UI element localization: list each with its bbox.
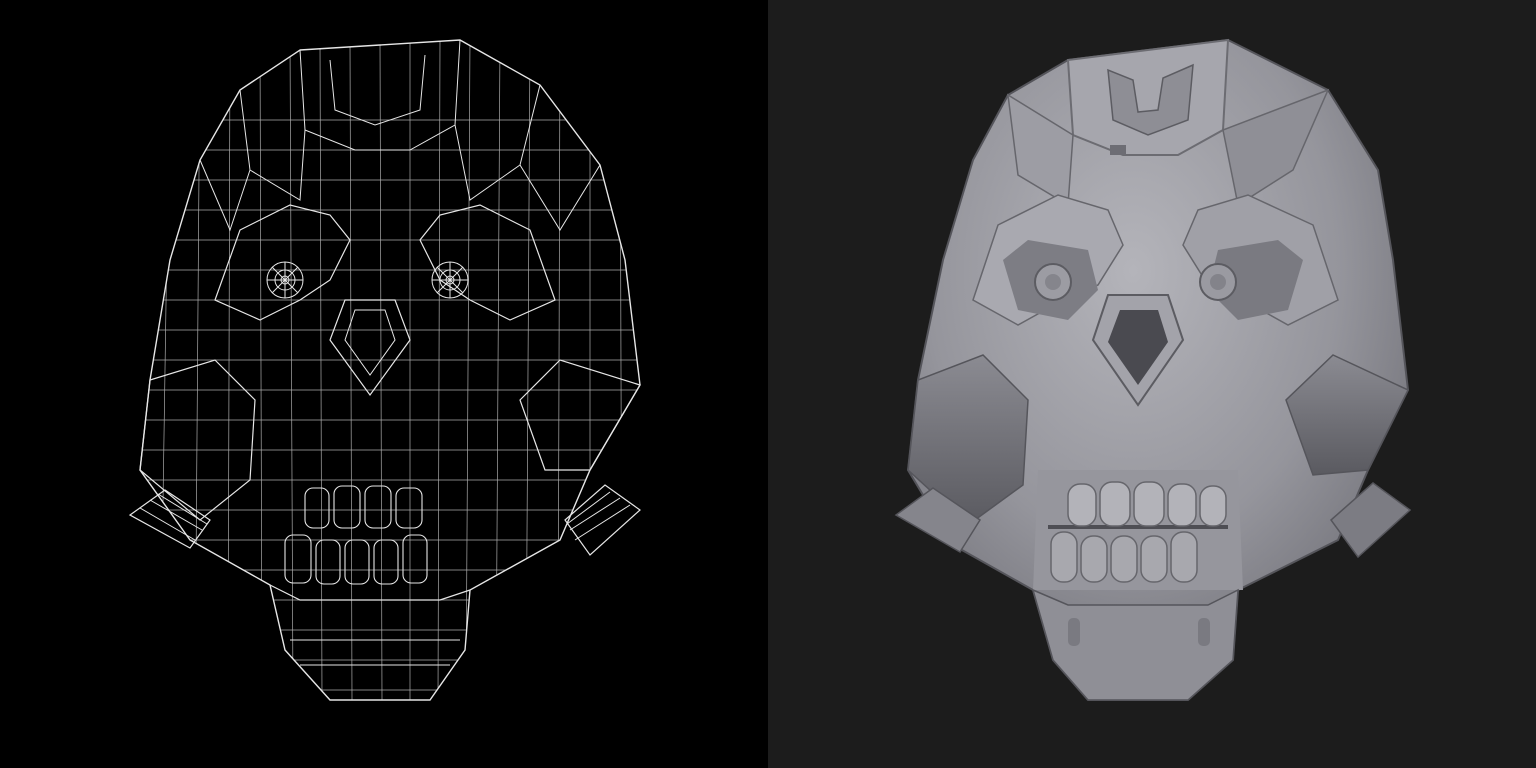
mesh-outline	[139, 39, 641, 701]
right-eye-mesh	[431, 261, 469, 299]
lower-teeth-mesh	[284, 534, 428, 585]
wireframe-skull	[128, 39, 641, 701]
comparison-stage	[0, 0, 1536, 768]
left-eye-mesh	[266, 261, 304, 299]
render-panel	[768, 0, 1536, 768]
wireframe-panel	[0, 0, 768, 768]
left-eye-render	[1034, 263, 1072, 301]
rendered-skull	[894, 38, 1412, 701]
lower-teeth-render	[1050, 531, 1198, 583]
right-eye-render	[1199, 263, 1237, 301]
left-side-cylinder	[128, 489, 211, 549]
right-side-cylinder	[564, 484, 641, 556]
nose-mesh	[329, 299, 411, 397]
upper-teeth-mesh	[304, 485, 423, 529]
